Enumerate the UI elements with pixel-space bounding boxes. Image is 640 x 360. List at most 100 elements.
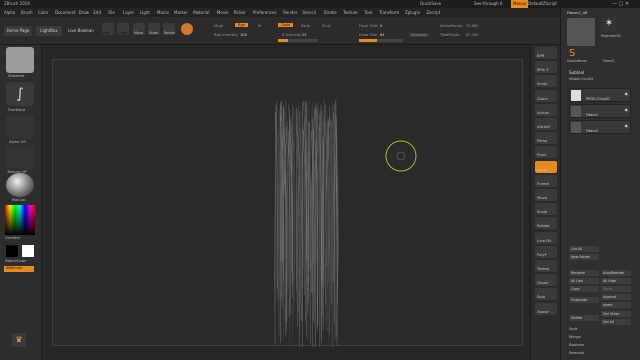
right-tool-button[interactable]: PolyF (535, 245, 557, 258)
subtool-item[interactable]: Fibers1 ◉ (569, 104, 631, 118)
right-tool-button[interactable]: BPR (535, 47, 557, 59)
home-page-button[interactable]: Home Page (4, 26, 32, 36)
insert-button[interactable]: Insert (601, 302, 631, 308)
zcut-button[interactable]: Zcut (322, 24, 330, 28)
eye-icon[interactable]: ◉ (625, 123, 629, 128)
right-tool-button[interactable]: Zoom (535, 89, 557, 102)
menu-item[interactable]: Texture (343, 8, 358, 17)
new-folder-button[interactable]: New Folder (569, 254, 599, 260)
copy-button[interactable]: Copy (569, 286, 599, 292)
boolean-button[interactable]: Boolean (569, 342, 584, 347)
eye-icon[interactable]: ◉ (625, 91, 629, 96)
freehand-stroke-icon[interactable]: ∫ (6, 82, 34, 106)
menu-item[interactable]: Material (193, 8, 209, 17)
duplicate-button[interactable]: Duplicate (569, 297, 599, 303)
simple-brush-icon[interactable]: S (569, 48, 581, 59)
menu-item[interactable]: Stencil (302, 8, 316, 17)
secondary-color-swatch[interactable] (22, 245, 34, 257)
menu-item[interactable]: Marker (174, 8, 188, 17)
del-other-button[interactable]: Del Other (601, 311, 631, 317)
menu-item[interactable]: Transform (379, 8, 399, 17)
alpha-off-icon[interactable] (6, 115, 34, 139)
rotate-button[interactable]: Rotate (163, 23, 175, 35)
delete-button[interactable]: Delete (569, 315, 599, 321)
right-tool-button[interactable]: Frame (535, 174, 557, 187)
zsub-button[interactable]: Zsub (301, 24, 310, 28)
menu-item[interactable]: Document (55, 8, 76, 17)
see-through-slider[interactable]: See-through 0 (474, 0, 502, 8)
texture-off-icon[interactable] (6, 145, 34, 169)
scale-button[interactable]: Scale (148, 23, 160, 35)
matcap-sphere-icon[interactable] (6, 173, 34, 197)
menu-item[interactable]: Light (140, 8, 150, 17)
menu-item[interactable]: Layer (123, 8, 134, 17)
default-zscript-button[interactable]: DefaultZScript (528, 0, 557, 8)
paste-button[interactable]: Paste (601, 286, 631, 292)
merge-button[interactable]: Merge (569, 334, 581, 339)
draw-button[interactable]: Draw (117, 23, 129, 35)
subtool-header[interactable]: Subtool (569, 70, 584, 75)
edit-button[interactable]: Edit (102, 23, 114, 35)
color-picker[interactable] (5, 205, 35, 235)
menu-item[interactable]: Zscript (426, 8, 440, 17)
all-low-button[interactable]: All Low (569, 278, 599, 284)
draw-size-value[interactable]: 64 (380, 33, 385, 37)
right-tool-button[interactable]: Scroll (535, 75, 557, 88)
move-button[interactable]: Move (133, 23, 145, 35)
standard-brush-icon[interactable] (6, 47, 34, 73)
lightbox-button[interactable]: LightBox (36, 26, 62, 36)
subtool-item[interactable]: Fibers2 ◉ (569, 120, 631, 134)
menu-item[interactable]: Picker (234, 8, 246, 17)
right-tool-button[interactable]: Transp (535, 260, 557, 272)
live-boolean-button[interactable]: Live Boolean (66, 26, 96, 36)
switch-color-button[interactable]: SwitchColor (5, 259, 26, 263)
del-all-button[interactable]: Del All (601, 319, 631, 325)
rgb-button[interactable]: Rgb (235, 23, 249, 27)
right-tool-button[interactable]: SPix 3 (535, 61, 557, 74)
right-tool-button[interactable]: Actual (535, 103, 557, 116)
alternate-button[interactable]: Alternate (4, 266, 34, 272)
remesh-button[interactable]: Remesh (569, 350, 584, 355)
all-high-button[interactable]: All High (601, 278, 631, 284)
right-tool-button[interactable]: Xpose (535, 302, 557, 315)
polymesh-star-icon[interactable]: ✶ (601, 18, 617, 32)
menu-item[interactable]: Zplugin (405, 8, 420, 17)
document-canvas[interactable] (52, 59, 523, 347)
current-tool-thumbnail-icon[interactable] (567, 18, 595, 46)
window-controls-icon[interactable]: — ▢ ✕ (612, 0, 629, 8)
right-tool-button[interactable]: Scale (535, 203, 557, 216)
rgb-intensity-value[interactable]: 100 (240, 33, 247, 37)
zadd-button[interactable]: Zadd (278, 23, 294, 27)
right-tool-button[interactable]: Move (535, 189, 557, 201)
menu-item[interactable]: Tool (364, 8, 372, 17)
mrgb-button[interactable]: Mrgb (214, 24, 223, 28)
right-tool-button[interactable]: Floor (535, 146, 557, 159)
eye-icon[interactable]: ◉ (625, 107, 629, 112)
menu-item[interactable]: Preferences (253, 8, 277, 17)
right-tool-button[interactable]: Persp (535, 132, 557, 145)
split-button[interactable]: Split (569, 326, 577, 331)
menu-item[interactable]: Macro (157, 8, 169, 17)
quicksave-button[interactable]: QuickSave (420, 0, 441, 8)
menu-item[interactable]: Draw (79, 8, 89, 17)
right-tool-button[interactable]: Solo (535, 288, 557, 301)
z-intensity-value[interactable]: 25 (302, 33, 307, 37)
right-tool-button[interactable]: Ghost (535, 274, 557, 287)
subtool-item[interactable]: PM3D_Ring3D ◉ (569, 88, 631, 102)
menu-item[interactable]: Render (283, 8, 297, 17)
dynamic-button[interactable]: Dynamic (409, 33, 429, 37)
focal-shift-value[interactable]: 0 (380, 24, 382, 28)
right-tool-button[interactable]: Line Fill (535, 231, 557, 244)
menu-item[interactable]: Alpha (4, 8, 15, 17)
m-button[interactable]: M (258, 24, 261, 28)
append-button[interactable]: Append (601, 294, 631, 300)
main-color-swatch[interactable] (6, 245, 18, 257)
right-tool-button[interactable]: Local (535, 160, 557, 173)
auto-reorder-button[interactable]: AutoReorder (601, 270, 631, 276)
rename-button[interactable]: Rename (569, 270, 599, 276)
menu-item[interactable]: Brush (21, 8, 33, 17)
material-sphere-icon[interactable] (181, 23, 193, 35)
list-all-button[interactable]: List All (569, 246, 599, 252)
menu-item[interactable]: Color (38, 8, 48, 17)
menus-button[interactable]: Menus (511, 0, 529, 8)
